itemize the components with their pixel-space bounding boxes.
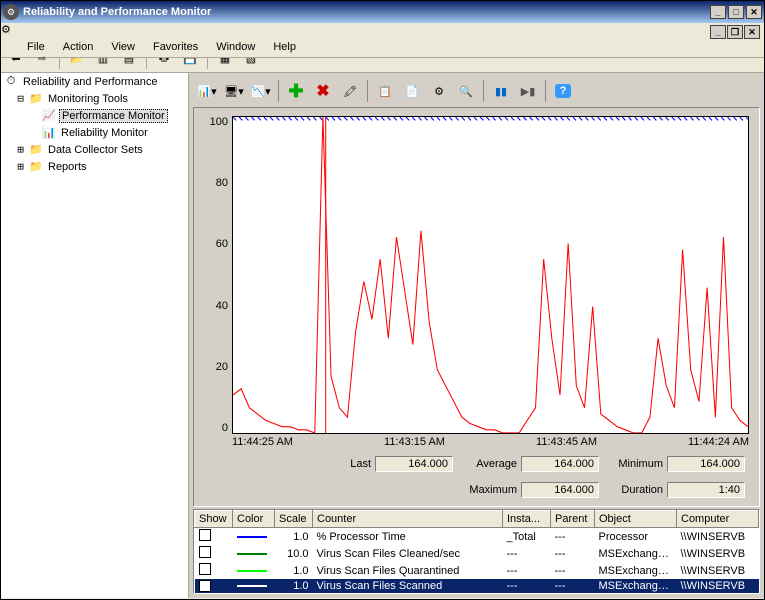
column-header[interactable]: Color <box>233 511 275 528</box>
show-checkbox[interactable] <box>199 546 211 558</box>
tree-reports[interactable]: ⊞ 📁 Reports <box>1 158 188 175</box>
menu-action[interactable]: Action <box>55 38 102 56</box>
column-header[interactable]: Parent <box>551 511 595 528</box>
chart-plot[interactable] <box>232 116 749 434</box>
x-axis: 11:44:25 AM 11:43:15 AM 11:43:45 AM 11:4… <box>204 434 749 448</box>
chart-icon: 📊 <box>41 125 57 141</box>
title-bar[interactable]: ⚙ Reliability and Performance Monitor _ … <box>1 1 764 23</box>
menu-favorites[interactable]: Favorites <box>145 38 206 56</box>
tree-root[interactable]: ⏱ Reliability and Performance <box>1 73 188 90</box>
stat-min-value: 164.000 <box>667 456 745 472</box>
column-header[interactable]: Counter <box>313 511 503 528</box>
graph-button[interactable]: 📉▾ <box>249 79 273 103</box>
folder-icon: 📁 <box>28 159 44 175</box>
column-header[interactable]: Insta... <box>503 511 551 528</box>
add-counter-button[interactable]: ✚ <box>284 79 308 103</box>
mdi-close-button[interactable]: ✕ <box>744 25 760 39</box>
window-title: Reliability and Performance Monitor <box>23 6 710 18</box>
column-header[interactable]: Object <box>595 511 677 528</box>
close-button[interactable]: ✕ <box>746 5 762 19</box>
mdi-restore-button[interactable]: ❐ <box>727 25 743 39</box>
chart-toolbar: 📊▾ 🖥▾ 📉▾ ✚ ✖ 🖍 📋 📄 ⚙ 🔍 ▮▮ ▶▮ ? <box>193 77 760 105</box>
stat-min-label: Minimum <box>603 458 663 470</box>
stat-avg-value: 164.000 <box>521 456 599 472</box>
show-checkbox[interactable] <box>199 529 211 541</box>
tree-monitoring-tools[interactable]: ⊟ 📁 Monitoring Tools <box>1 90 188 107</box>
stat-avg-label: Average <box>457 458 517 470</box>
chart-icon: 📈 <box>41 108 57 124</box>
folder-icon: 📁 <box>28 91 44 107</box>
stats-bar: Last 164.000 Average 164.000 Minimum 164.00… <box>204 448 749 502</box>
mdi-minimize-button[interactable]: _ <box>710 25 726 39</box>
column-header[interactable]: Show <box>195 511 233 528</box>
y-axis: 100 80 60 40 20 0 <box>204 116 232 434</box>
expand-icon[interactable]: ⊞ <box>15 160 26 173</box>
menu-view[interactable]: View <box>103 38 143 56</box>
display-button[interactable]: 🖥▾ <box>222 79 246 103</box>
minimize-button[interactable]: _ <box>710 5 726 19</box>
menu-bar: File Action View Favorites Window Help <box>1 36 764 58</box>
paste-button[interactable]: 📄 <box>400 79 424 103</box>
counter-row[interactable]: 1.0% Processor Time_Total---Processor\\W… <box>195 528 759 546</box>
color-swatch <box>237 585 267 587</box>
stat-max-label: Maximum <box>457 484 517 496</box>
navigation-tree[interactable]: ⏱ Reliability and Performance ⊟ 📁 Monito… <box>1 73 189 598</box>
stat-last-label: Last <box>311 458 371 470</box>
update-button[interactable]: ▶▮ <box>516 79 540 103</box>
column-header[interactable]: Scale <box>275 511 313 528</box>
stat-last-value: 164.000 <box>375 456 453 472</box>
app-icon: ⚙ <box>3 4 19 20</box>
properties-button[interactable]: ⚙ <box>427 79 451 103</box>
tree-performance-monitor[interactable]: 📈 Performance Monitor <box>1 107 188 124</box>
highlight-button[interactable]: 🖍 <box>338 79 362 103</box>
gauge-icon: ⏱ <box>3 74 19 90</box>
app-window: ⚙ Reliability and Performance Monitor _ … <box>0 0 765 600</box>
show-checkbox[interactable] <box>199 563 211 575</box>
copy-button[interactable]: 📋 <box>373 79 397 103</box>
stat-dur-value: 1:40 <box>667 482 745 498</box>
show-checkbox[interactable]: ✓ <box>199 580 211 592</box>
menu-window[interactable]: Window <box>208 38 263 56</box>
stat-max-value: 164.000 <box>521 482 599 498</box>
view-type-button[interactable]: 📊▾ <box>195 79 219 103</box>
column-header[interactable]: Computer <box>677 511 759 528</box>
stat-dur-label: Duration <box>603 484 663 496</box>
counter-row[interactable]: ✓1.0Virus Scan Files Scanned------MSExch… <box>195 579 759 593</box>
expand-icon[interactable]: ⊞ <box>15 143 26 156</box>
zoom-button[interactable]: 🔍 <box>454 79 478 103</box>
help-button[interactable]: ? <box>551 79 575 103</box>
chart-area: 100 80 60 40 20 0 11:44:25 AM 11:43:15 A… <box>193 107 760 507</box>
counter-list[interactable]: ShowColorScaleCounterInsta...ParentObjec… <box>193 509 760 594</box>
forward-button[interactable]: ➡ <box>31 48 53 70</box>
tree-reliability-monitor[interactable]: 📊 Reliability Monitor <box>1 124 188 141</box>
color-swatch <box>237 570 267 572</box>
folder-icon: 📁 <box>28 142 44 158</box>
tree-data-collector-sets[interactable]: ⊞ 📁 Data Collector Sets <box>1 141 188 158</box>
color-swatch <box>237 553 267 555</box>
main-panel: 📊▾ 🖥▾ 📉▾ ✚ ✖ 🖍 📋 📄 ⚙ 🔍 ▮▮ ▶▮ ? <box>189 73 764 598</box>
counter-row[interactable]: 1.0Virus Scan Files Quarantined------MSE… <box>195 562 759 579</box>
freeze-button[interactable]: ▮▮ <box>489 79 513 103</box>
color-swatch <box>237 536 267 538</box>
maximize-button[interactable]: □ <box>728 5 744 19</box>
collapse-icon[interactable]: ⊟ <box>15 92 26 105</box>
mmc-icon: ⚙ <box>1 23 764 36</box>
remove-counter-button[interactable]: ✖ <box>311 79 335 103</box>
counter-row[interactable]: 10.0Virus Scan Files Cleaned/sec------MS… <box>195 545 759 562</box>
menu-help[interactable]: Help <box>265 38 304 56</box>
